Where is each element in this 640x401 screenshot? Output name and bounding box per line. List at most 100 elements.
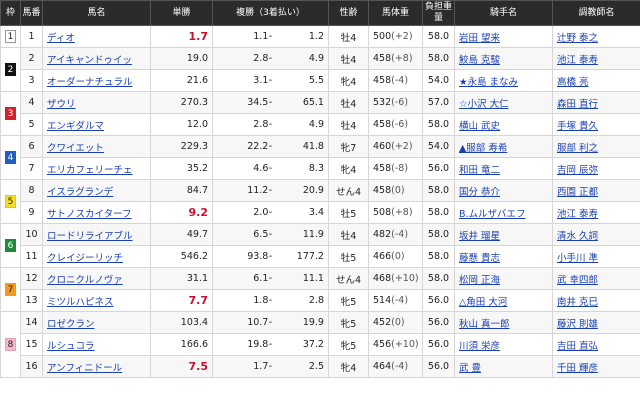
trainer-link[interactable]: 池江 泰寿 <box>557 55 598 66</box>
trainer-link[interactable]: 手塚 貴久 <box>557 121 598 132</box>
horse-name-link[interactable]: オーダーナチュラル <box>47 77 133 88</box>
place-odds-low: 34.5 <box>247 97 269 108</box>
jockey-link[interactable]: ★永島 まなみ <box>459 77 518 88</box>
trainer-link[interactable]: 森田 直行 <box>557 99 598 110</box>
trainer-cell: 服部 利之 <box>552 135 640 158</box>
horse-name-cell: クロニクルノヴァ <box>42 267 151 290</box>
win-odds: 35.2 <box>150 157 213 180</box>
body-weight-value: 466 <box>373 251 392 262</box>
trainer-link[interactable]: 服部 利之 <box>557 143 598 154</box>
trainer-link[interactable]: 藤沢 則雄 <box>557 319 598 330</box>
trainer-link[interactable]: 吉田 直弘 <box>557 341 598 352</box>
trainer-link[interactable]: 清水 久詞 <box>557 231 598 242</box>
jockey-cell: △角田 大河 <box>454 289 553 312</box>
frame-number-badge: 1 <box>5 30 16 43</box>
table-row: 8 14 ロゼクラン 103.4 10.7-19.9 牝5 452(0) 56.0 秋山 真一郎… <box>0 311 640 378</box>
frame-cell: 8 <box>0 311 21 378</box>
sex-age: 牡4 <box>328 25 369 48</box>
trainer-link[interactable]: 西園 正都 <box>557 187 598 198</box>
win-odds: 546.2 <box>150 245 213 268</box>
jockey-link[interactable]: ☆小沢 大仁 <box>459 99 509 110</box>
body-weight: 452(0) <box>368 311 423 334</box>
jockey-link[interactable]: 川須 栄彦 <box>459 341 500 352</box>
horse-name-link[interactable]: アイキャンドゥイッ <box>47 55 132 66</box>
body-weight-value: 500 <box>373 31 392 42</box>
trainer-link[interactable]: 高橋 亮 <box>557 77 589 88</box>
trainer-link[interactable]: 小手川 準 <box>557 253 598 264</box>
table-row: 7 エリカフェリーチェ 35.2 4.6-8.3 牝4 458(-8) 56.0 和田 竜二吉… <box>1 157 640 180</box>
horse-name-link[interactable]: エリカフェリーチェ <box>47 165 133 176</box>
horse-name-link[interactable]: クロニクルノヴァ <box>47 275 123 286</box>
horse-name-link[interactable]: ロゼクラン <box>47 319 95 330</box>
horse-name-link[interactable]: アンフィニドール <box>47 363 122 374</box>
body-weight-diff: (+2) <box>391 141 413 152</box>
horse-number: 5 <box>20 113 43 136</box>
horse-name-link[interactable]: サトノスカイターフ <box>47 209 132 220</box>
trainer-link[interactable]: 池江 泰寿 <box>557 209 598 220</box>
body-weight-value: 464 <box>373 361 392 372</box>
jockey-cell: 松岡 正海 <box>454 267 553 290</box>
header-trainer: 調教師名 <box>552 0 640 26</box>
body-weight: 500(+2) <box>368 25 423 48</box>
place-odds: 10.7-19.9 <box>212 311 329 334</box>
horse-number: 16 <box>20 355 43 378</box>
horse-name-link[interactable]: ロードリライアブル <box>47 231 133 242</box>
horse-number: 4 <box>20 91 43 114</box>
odds-table-body: 1 1 ディオ 1.7 1.1-1.2 牡4 500(+2) 58.0 岩田 望来 辻野 泰之 2 2… <box>0 25 640 378</box>
jockey-link[interactable]: 和田 竜二 <box>459 165 500 176</box>
jockey-link[interactable]: 岩田 望来 <box>459 33 500 44</box>
jockey-link[interactable]: △角田 大河 <box>459 297 507 308</box>
jockey-link[interactable]: B.ムルザバエフ <box>459 209 526 220</box>
body-weight-value: 456 <box>373 339 392 350</box>
place-odds: 93.8-177.2 <box>212 245 329 268</box>
jockey-link[interactable]: 秋山 真一郎 <box>459 319 510 330</box>
jockey-link[interactable]: 松岡 正海 <box>459 275 500 286</box>
body-weight: 458(-8) <box>368 157 423 180</box>
jockey-link[interactable]: 鮫島 克駿 <box>459 55 500 66</box>
trainer-link[interactable]: 千田 輝彦 <box>557 363 598 374</box>
horse-name-link[interactable]: ザウリ <box>47 99 76 110</box>
body-weight-diff: (+8) <box>391 53 413 64</box>
horse-name-link[interactable]: クレイジーリッチ <box>47 253 123 264</box>
sex-age: せん4 <box>328 179 369 202</box>
jockey-link[interactable]: 横山 武史 <box>459 121 500 132</box>
horse-name-link[interactable]: ミツルハピネス <box>47 297 114 308</box>
horse-name-cell: オーダーナチュラル <box>42 69 151 92</box>
jockey-cell: 和田 竜二 <box>454 157 553 180</box>
burden-weight: 58.0 <box>422 223 455 246</box>
trainer-cell: 池江 泰寿 <box>552 201 640 224</box>
trainer-link[interactable]: 辻野 泰之 <box>557 33 598 44</box>
horse-name-link[interactable]: ディオ <box>47 33 75 44</box>
horse-name-cell: ロードリライアブル <box>42 223 151 246</box>
trainer-cell: 南井 克巳 <box>552 289 640 312</box>
trainer-cell: 池江 泰寿 <box>552 47 640 70</box>
place-odds-low: 6.5 <box>253 229 269 240</box>
body-weight: 508(+8) <box>368 201 423 224</box>
jockey-link[interactable]: 坂井 瑠星 <box>459 231 500 242</box>
jockey-link[interactable]: 武 豊 <box>459 363 481 374</box>
win-odds: 166.6 <box>150 333 213 356</box>
horse-name-link[interactable]: クワイエット <box>47 143 104 154</box>
place-odds: 6.5-11.9 <box>212 223 329 246</box>
horse-name-cell: アンフィニドール <box>42 355 151 378</box>
trainer-link[interactable]: 吉岡 辰弥 <box>557 165 598 176</box>
jockey-link[interactable]: 国分 恭介 <box>459 187 500 198</box>
body-weight-value: 458 <box>373 163 392 174</box>
jockey-link[interactable]: ▲服部 寿希 <box>459 143 507 154</box>
body-weight: 458(0) <box>368 179 423 202</box>
horse-name-link[interactable]: エンギダルマ <box>47 121 104 132</box>
jockey-link[interactable]: 藤懸 貴志 <box>459 253 500 264</box>
table-row: 3 オーダーナチュラル 21.6 3.1-5.5 牝4 458(-4) 54.0 ★永島 まな… <box>1 69 640 92</box>
place-odds-low: 1.1 <box>253 31 269 42</box>
body-weight-diff: (+2) <box>391 31 413 42</box>
jockey-cell: ▲服部 寿希 <box>454 135 553 158</box>
horse-name-link[interactable]: イスラグランデ <box>47 187 113 198</box>
horse-name-link[interactable]: ルシュコラ <box>47 341 95 352</box>
body-weight-value: 458 <box>373 185 392 196</box>
place-odds: 2.0-3.4 <box>212 201 329 224</box>
horse-number: 9 <box>20 201 43 224</box>
trainer-link[interactable]: 武 幸四郎 <box>557 275 598 286</box>
trainer-link[interactable]: 南井 克巳 <box>557 297 598 308</box>
place-odds-low: 11.2 <box>247 185 269 196</box>
place-odds: 4.6-8.3 <box>212 157 329 180</box>
